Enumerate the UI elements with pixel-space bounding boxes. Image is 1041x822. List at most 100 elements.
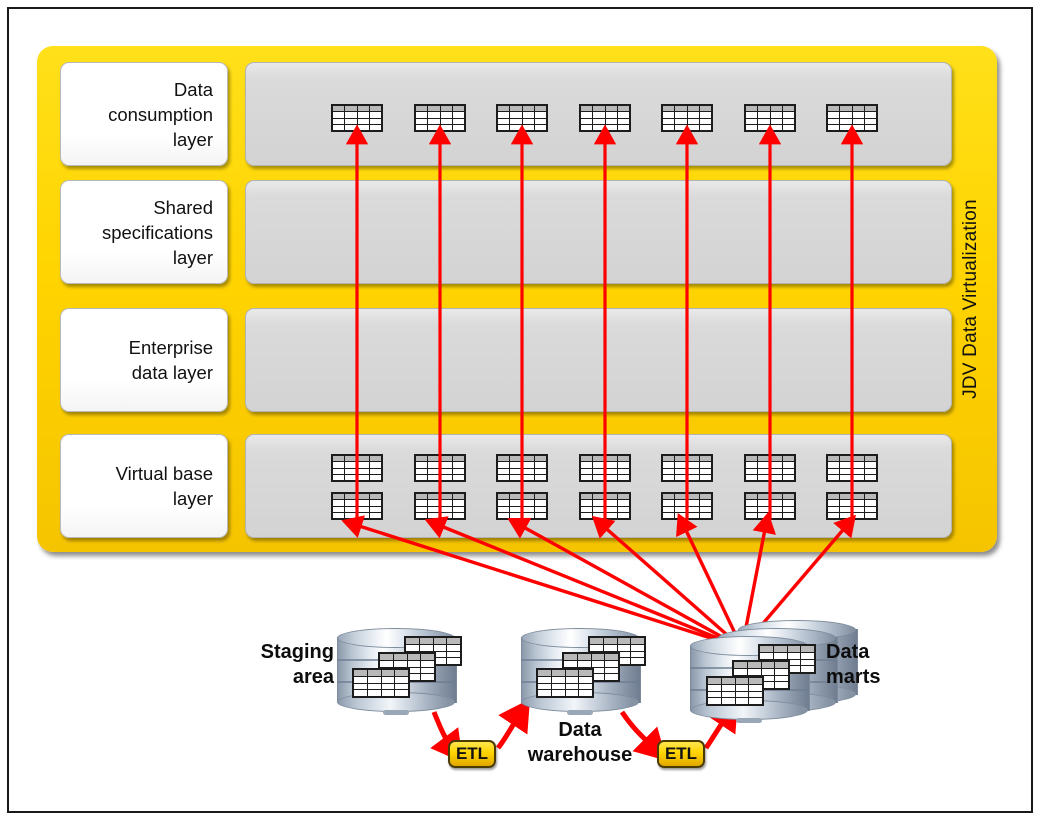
table-grid: [661, 104, 713, 132]
table-header-cell: [852, 106, 864, 112]
table-cell: [782, 118, 794, 124]
table-cell: [357, 112, 369, 118]
table-grid: [826, 454, 878, 482]
table-cell: [840, 124, 852, 130]
table-cell: [440, 124, 452, 130]
table-header-cell: [605, 456, 617, 462]
table-header-cell: [534, 494, 546, 500]
table-grid: [579, 492, 631, 520]
table-cell: [864, 468, 876, 474]
table-icon-consumption: [331, 104, 383, 132]
table-cell: [333, 468, 345, 474]
table-header-cell: [787, 646, 801, 652]
table-header-cell: [333, 494, 345, 500]
table-cell: [380, 660, 393, 667]
etl-box-staging-to-warehouse[interactable]: ETL: [448, 740, 496, 768]
table-cell: [746, 468, 758, 474]
table-cell: [749, 698, 762, 704]
table-cell: [498, 506, 510, 512]
table-cell: [675, 118, 687, 124]
table-cell: [395, 676, 408, 683]
table-cell: [381, 690, 395, 696]
table-cell: [452, 124, 464, 130]
table-header-cell: [828, 456, 840, 462]
layer-label-line: consumption: [108, 103, 213, 125]
table-grid: [414, 104, 466, 132]
table-cell: [522, 506, 534, 512]
table-cell: [864, 500, 876, 506]
table-cell: [428, 462, 440, 468]
table-cell: [510, 474, 522, 480]
table-cell: [675, 124, 687, 130]
table-cell: [416, 124, 428, 130]
table-cell: [746, 506, 758, 512]
table-cell: [770, 118, 782, 124]
table-cell: [746, 474, 758, 480]
table-header-cell: [747, 662, 761, 668]
layer-label-virtual-base: Virtual base layer: [60, 434, 228, 538]
table-cell: [828, 512, 840, 518]
table-cell: [840, 500, 852, 506]
table-icon-virtual-base: [826, 454, 878, 482]
table-cell: [406, 644, 419, 651]
table-cell: [852, 506, 864, 512]
table-header-cell: [565, 670, 579, 676]
table-header-cell: [522, 494, 534, 500]
table-header-cell: [617, 494, 629, 500]
table-icon-virtual-base: [826, 492, 878, 520]
table-cell: [522, 118, 534, 124]
table-cell: [746, 462, 758, 468]
table-header-cell: [840, 494, 852, 500]
table-cell: [663, 462, 675, 468]
table-icon-virtual-base: [661, 454, 713, 482]
table-header-cell: [357, 456, 369, 462]
table-header-cell: [746, 106, 758, 112]
table-cell: [770, 124, 782, 130]
etl-box-warehouse-to-marts[interactable]: ETL: [657, 740, 705, 768]
table-cell: [369, 512, 381, 518]
table-header-cell: [452, 456, 464, 462]
table-cell: [433, 644, 447, 651]
table-header-cell: [510, 456, 522, 462]
table-grid: [352, 668, 410, 698]
layer-label-shared-specifications: Shared specifications layer: [60, 180, 228, 284]
table-cell: [828, 506, 840, 512]
table-cell: [510, 506, 522, 512]
table-cell: [864, 512, 876, 518]
table-cell: [828, 118, 840, 124]
table-cell: [447, 658, 460, 664]
table-cell: [428, 468, 440, 474]
table-cell: [345, 474, 357, 480]
table-cell: [734, 668, 747, 675]
table-cell: [699, 462, 711, 468]
table-header-cell: [440, 106, 452, 112]
table-header-cell: [773, 646, 787, 652]
table-cell: [775, 668, 788, 675]
table-grid: [661, 492, 713, 520]
table-cell: [565, 676, 579, 683]
table-header-cell: [498, 106, 510, 112]
table-cell: [828, 112, 840, 118]
table-header-cell: [498, 456, 510, 462]
table-cell: [447, 651, 460, 658]
table-icon-consumption: [496, 104, 548, 132]
table-cell: [581, 500, 593, 506]
etl-label: ETL: [664, 744, 698, 763]
table-cell: [761, 668, 775, 675]
table-header-cell: [498, 494, 510, 500]
table-icon-virtual-base: [579, 454, 631, 482]
table-header-cell: [395, 670, 408, 676]
table-header-cell: [721, 678, 735, 684]
table-grid: [826, 104, 878, 132]
table-header-cell: [663, 456, 675, 462]
table-header-cell: [852, 456, 864, 462]
table-grid: [414, 492, 466, 520]
table-cell: [605, 667, 618, 674]
cylinder-label-line: area: [292, 666, 334, 688]
table-cell: [357, 118, 369, 124]
table-cell: [617, 118, 629, 124]
table-header-cell: [761, 662, 775, 668]
table-cell: [333, 124, 345, 130]
table-header-cell: [770, 494, 782, 500]
table-cell: [369, 118, 381, 124]
